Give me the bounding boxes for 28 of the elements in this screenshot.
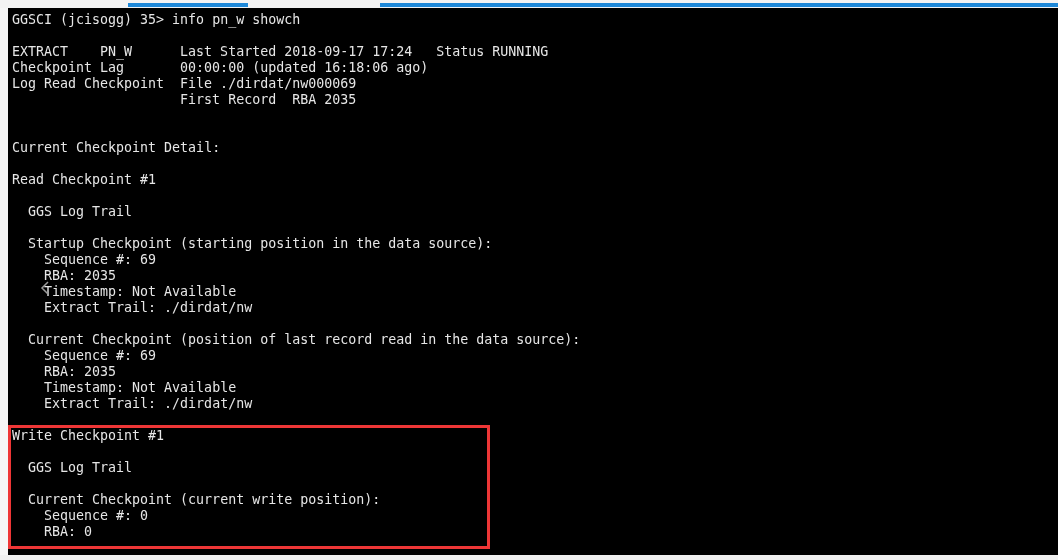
field-text: Sequence #: 69 (44, 348, 157, 364)
summary-value: Last Started 2018-09-17 17:24 (180, 44, 413, 60)
position-heading: Current Checkpoint (current write position): (28, 492, 381, 508)
field-text: Timestamp: Not Available (44, 284, 237, 300)
summary-label: EXTRACT (12, 44, 69, 60)
checkpoint-title: Write Checkpoint #1 (12, 428, 165, 444)
trail-text: GGS Log Trail (28, 204, 133, 220)
field-text: RBA: 2035 (44, 364, 117, 380)
position-heading: Current Checkpoint (position of last record read in the data source): (28, 332, 581, 348)
summary-label: Checkpoint Lag (12, 60, 125, 76)
summary-value: First Record RBA 2035 (180, 92, 357, 108)
trail-text: GGS Log Trail (28, 460, 133, 476)
extract-name: PN_W (100, 44, 133, 60)
field-text: Extract Trail: ./dirdat/nw (44, 300, 253, 316)
field-text: Sequence #: 0 (44, 508, 149, 524)
field-text: Sequence #: 69 (44, 252, 157, 268)
command-line: GGSCI (jcisogg) 35> info pn_w showch (12, 12, 301, 28)
summary-label: Log Read Checkpoint (12, 76, 165, 92)
summary-value: File ./dirdat/nw000069 (180, 76, 357, 92)
field-text: RBA: 2035 (44, 268, 117, 284)
summary-value: 00:00:00 (updated 16:18:06 ago) (180, 60, 429, 76)
field-text: Timestamp: Not Available (44, 380, 237, 396)
position-heading: Startup Checkpoint (starting position in the data source): (28, 236, 493, 252)
status-text: Status RUNNING (436, 44, 549, 60)
section-title: Current Checkpoint Detail: (12, 140, 221, 156)
field-text: Extract Trail: ./dirdat/nw (44, 396, 253, 412)
field-text: RBA: 0 (44, 524, 93, 540)
checkpoint-title: Read Checkpoint #1 (12, 172, 157, 188)
